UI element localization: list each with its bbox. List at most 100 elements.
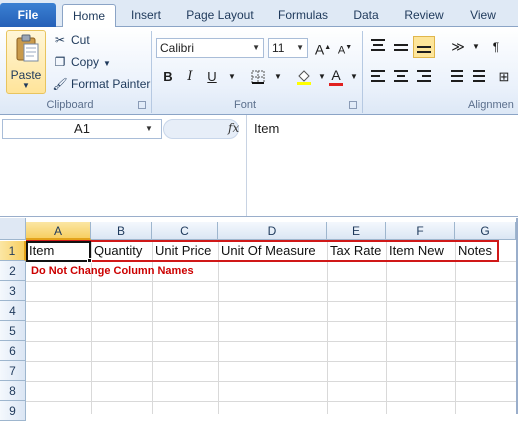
copy-button[interactable]: ❐ Copy ▼ [52,53,111,71]
alignment-group-label: Alignmen [468,99,514,111]
merge-center-icon[interactable]: ⊞ [494,67,514,87]
format-painter-button[interactable]: 🖌 Format Painter [52,75,150,93]
tab-home[interactable]: Home [62,4,116,28]
italic-button[interactable]: I [180,67,200,87]
column-header-d[interactable]: D [218,222,327,240]
gridline [26,401,518,402]
column-header-g[interactable]: G [455,222,516,240]
row-header-7[interactable]: 7 [0,361,26,381]
row-header-5[interactable]: 5 [0,321,26,341]
gridline [455,240,456,414]
chevron-down-icon[interactable]: ▼ [344,67,364,87]
tab-review[interactable]: Review [398,4,450,27]
align-right-icon[interactable] [415,67,433,85]
fill-color-icon[interactable] [294,67,314,87]
select-all-corner[interactable] [0,218,26,240]
paste-label: Paste [10,68,42,82]
wrap-text-icon[interactable]: ¶ [486,37,506,57]
font-launcher-icon[interactable] [349,101,357,109]
group-divider [151,31,152,113]
font-group-label: Font [233,99,256,111]
group-divider [362,31,363,113]
formula-bar-divider [246,115,247,216]
clipboard-group-label: Clipboard [46,99,94,111]
paste-button[interactable]: Paste ▼ [6,30,46,94]
row-header-8[interactable]: 8 [0,381,26,401]
column-header-f[interactable]: F [386,222,455,240]
grow-font-icon: A [314,41,325,58]
gridline [218,240,219,414]
font-name-value: Calibri [160,41,195,55]
row-header-3[interactable]: 3 [0,281,26,301]
middle-align-icon[interactable] [392,39,410,57]
bottom-align-icon[interactable] [413,36,435,58]
active-cell-border [26,241,91,262]
tab-insert[interactable]: Insert [126,4,166,27]
gridline [26,381,518,382]
chevron-down-icon[interactable]: ▼ [222,67,242,87]
column-header-a[interactable]: A [26,222,91,240]
clipboard-launcher-icon[interactable] [138,101,146,109]
chevron-down-icon: ▼ [296,43,304,52]
row-header-6[interactable]: 6 [0,341,26,361]
font-size-select[interactable]: 11 ▼ [268,38,308,58]
column-header-b[interactable]: B [91,222,152,240]
row-header-2[interactable]: 2 [0,261,26,281]
format-painter-label: Format Painter [71,77,151,91]
decrease-indent-icon[interactable] [448,67,466,85]
formula-bar-blank-area [0,143,246,216]
borders-icon[interactable] [248,67,268,87]
copy-icon: ❐ [54,55,66,69]
gridline [386,240,387,414]
font-name-select[interactable]: Calibri ▼ [156,38,264,58]
chevron-down-icon[interactable]: ▼ [103,59,111,68]
gridline [26,281,518,282]
column-header-e[interactable]: E [327,222,386,240]
chevron-down-icon: ▼ [252,43,260,52]
gridline [26,361,518,362]
spreadsheet-grid[interactable]: A B C D E F G 1 2 3 4 5 6 7 8 9 Item Qua… [0,218,518,421]
shrink-font-button[interactable]: A▼ [335,38,355,58]
tab-file[interactable]: File [0,3,56,27]
paintbrush-icon: 🖌 [52,77,68,91]
font-size-value: 11 [272,41,285,55]
tab-data[interactable]: Data [347,4,385,27]
chevron-down-icon[interactable]: ▼ [466,37,486,57]
column-header-c[interactable]: C [152,222,218,240]
cut-label: Cut [71,33,90,47]
gridline [26,341,518,342]
header-row-highlight-box [26,240,499,262]
font-color-icon: A [331,67,341,83]
tab-page-layout[interactable]: Page Layout [181,4,259,27]
gridline [26,321,518,322]
gridline [26,301,518,302]
increase-indent-icon[interactable] [470,67,488,85]
chevron-down-icon[interactable]: ▼ [145,124,153,133]
underline-button[interactable]: U [202,67,222,87]
top-align-icon[interactable] [369,37,387,55]
row-header-9[interactable]: 9 [0,401,26,421]
clipboard-icon [16,34,39,62]
formula-bar: A1 ▼ fx Item [0,115,518,217]
tab-formulas[interactable]: Formulas [273,4,333,27]
name-box-value: A1 [74,121,90,136]
grow-font-button[interactable]: A▲ [313,38,333,58]
row-header-4[interactable]: 4 [0,301,26,321]
scissors-icon: ✂ [54,33,66,47]
orientation-icon[interactable]: ≫ [448,37,468,57]
align-center-icon[interactable] [392,67,410,85]
column-names-warning-note: Do Not Change Column Names [31,265,194,277]
formula-input[interactable]: Item [254,121,279,136]
font-color-button[interactable]: A [326,65,346,86]
copy-label: Copy [71,55,100,69]
row-header-1[interactable]: 1 [0,241,26,261]
tab-view[interactable]: View [463,4,503,27]
align-left-icon[interactable] [369,67,387,85]
chevron-down-icon[interactable]: ▼ [7,81,45,90]
name-box[interactable]: A1 [2,119,162,139]
insert-function-icon[interactable]: fx [228,121,239,135]
ribbon-home: Paste ▼ ✂ Cut ❐ Copy ▼ 🖌 Format Painter Clip… [0,27,518,115]
bold-button[interactable]: B [158,67,178,87]
cut-button[interactable]: ✂ Cut [52,31,90,49]
chevron-down-icon[interactable]: ▼ [268,67,288,87]
